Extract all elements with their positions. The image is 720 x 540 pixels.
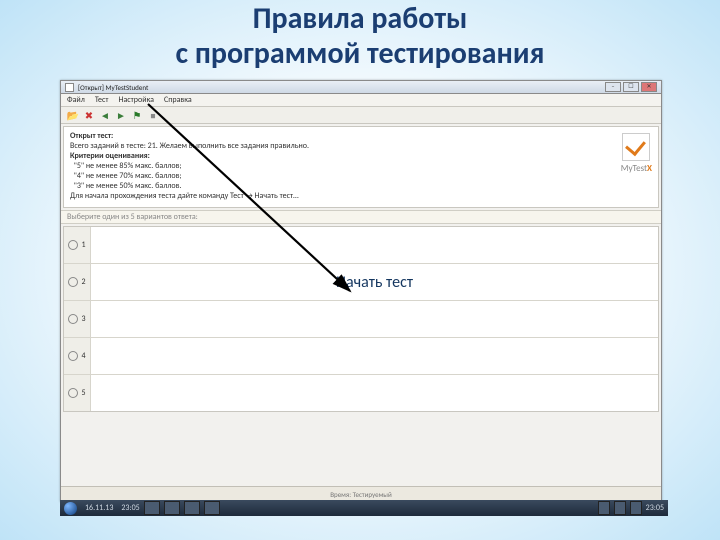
taskbar-app-2[interactable]: [164, 501, 180, 515]
start-orb-icon[interactable]: [64, 502, 77, 515]
answer-number: 2: [81, 277, 85, 287]
answer-body: [91, 301, 658, 337]
radio-icon: [68, 388, 78, 398]
menu-help[interactable]: Справка: [164, 95, 192, 105]
info-hint: Для начала прохождения теста дайте коман…: [70, 191, 299, 201]
logo-text: MyTestX: [621, 163, 652, 174]
stop-icon[interactable]: ✖: [83, 109, 95, 121]
maximize-button[interactable]: ☐: [623, 82, 639, 92]
criteria-3: "3" не менее 50% макс. баллов.: [74, 181, 182, 191]
menu-test[interactable]: Тест: [95, 95, 109, 105]
answer-number: 1: [81, 240, 85, 250]
radio-icon: [68, 240, 78, 250]
answer-number: 3: [81, 314, 85, 324]
taskbar-app-1[interactable]: [144, 501, 160, 515]
question-strip: Выберите один из 5 вариантов ответа:: [61, 210, 661, 224]
window-title: [Открыт] MyTestStudent: [78, 83, 605, 92]
menubar: Файл Тест Настройка Справка: [61, 94, 661, 107]
slide-title: Правила работы с программой тестирования: [0, 2, 720, 71]
window-controls: – ☐ ✕: [605, 82, 657, 92]
answer-number: 4: [81, 351, 85, 361]
flag-icon[interactable]: ⚑: [131, 109, 143, 121]
menu-file[interactable]: Файл: [67, 95, 85, 105]
criteria-5: "5" не менее 85% макс. баллов;: [74, 161, 182, 171]
slide-title-line1: Правила работы: [253, 0, 468, 37]
answer-row-4[interactable]: 4: [64, 338, 658, 375]
answer-row-1[interactable]: 1: [64, 227, 658, 264]
menu-settings[interactable]: Настройка: [118, 95, 153, 105]
application-window: [Открыт] MyTestStudent – ☐ ✕ Файл Тест Н…: [60, 80, 662, 502]
status-text: Время: Тестируемый: [330, 490, 392, 499]
prev-icon[interactable]: ◄: [99, 109, 111, 121]
open-icon[interactable]: 📂: [67, 109, 79, 121]
answer-row-2[interactable]: 2 Начать тест: [64, 264, 658, 301]
annotation-text: Начать тест: [336, 273, 413, 292]
answer-body: [91, 227, 658, 263]
answer-option-2[interactable]: 2: [64, 264, 91, 300]
criteria-title: Критерии оценивания:: [70, 151, 150, 161]
app-icon: [65, 83, 74, 92]
answer-body: [91, 338, 658, 374]
close-button[interactable]: ✕: [641, 82, 657, 92]
statusbar: Время: Тестируемый: [61, 486, 661, 501]
tray-icon-1[interactable]: [598, 501, 610, 515]
criteria-4: "4" не менее 70% макс. баллов;: [74, 171, 182, 181]
radio-icon: [68, 314, 78, 324]
next-icon[interactable]: ►: [115, 109, 127, 121]
answer-body: [91, 375, 658, 411]
logo-brand: MyTest: [621, 163, 647, 174]
minimize-button[interactable]: –: [605, 82, 621, 92]
radio-icon: [68, 351, 78, 361]
tray-icon-3[interactable]: [630, 501, 642, 515]
slide-title-line2: с программой тестирования: [176, 35, 545, 72]
finish-icon[interactable]: ⏹: [147, 109, 159, 121]
info-line1: Всего заданий в тесте: 21. Желаем выполн…: [70, 141, 309, 151]
taskbar-date: 16.11.13: [85, 503, 113, 513]
answer-option-5[interactable]: 5: [64, 375, 91, 411]
toolbar: 📂 ✖ ◄ ► ⚑ ⏹: [61, 107, 661, 124]
answer-body-annotation: Начать тест: [91, 264, 658, 300]
app-logo: MyTestX: [621, 133, 652, 174]
taskbar: 16.11.13 23:05 23:05: [60, 500, 668, 516]
taskbar-app-3[interactable]: [184, 501, 200, 515]
check-icon: [622, 133, 650, 161]
tray-icon-2[interactable]: [614, 501, 626, 515]
answer-option-4[interactable]: 4: [64, 338, 91, 374]
taskbar-time-left: 23:05: [121, 503, 139, 513]
answers-panel: 1 2 Начать тест 3 4 5: [63, 226, 659, 412]
answer-option-3[interactable]: 3: [64, 301, 91, 337]
taskbar-clock[interactable]: 23:05: [646, 503, 664, 513]
answer-number: 5: [81, 388, 85, 398]
answer-row-5[interactable]: 5: [64, 375, 658, 411]
answer-row-3[interactable]: 3: [64, 301, 658, 338]
slide: Правила работы с программой тестирования…: [0, 0, 720, 540]
info-panel: Открыт тест: Всего заданий в тесте: 21. …: [63, 126, 659, 208]
logo-suffix: X: [647, 163, 652, 174]
radio-icon: [68, 277, 78, 287]
info-heading: Открыт тест:: [70, 131, 113, 141]
taskbar-app-4[interactable]: [204, 501, 220, 515]
window-titlebar: [Открыт] MyTestStudent – ☐ ✕: [61, 81, 661, 94]
answer-option-1[interactable]: 1: [64, 227, 91, 263]
